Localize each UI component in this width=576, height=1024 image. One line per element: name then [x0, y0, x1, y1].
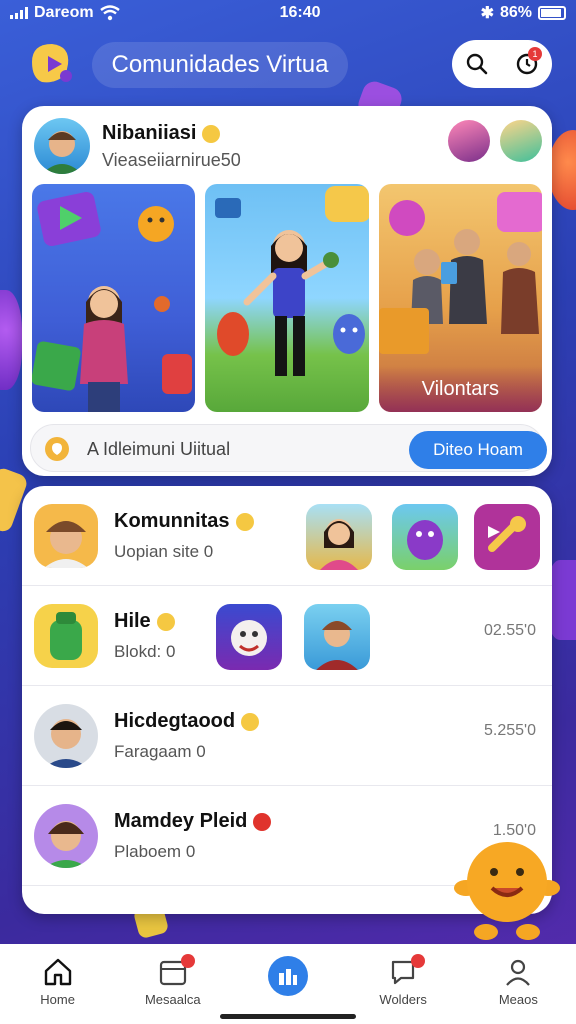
tile-volunteers[interactable]: Vilontars [378, 184, 542, 412]
bluetooth-icon: ✱ [480, 5, 494, 22]
bottom-nav: Home Mesaalca Wolders Meaos [0, 944, 576, 1024]
signal-icon [10, 7, 28, 19]
list-item-sub: Faragaam 0 [114, 742, 206, 761]
community-search[interactable]: A Idleimuni Uiitual Diteo Hoam [30, 424, 547, 472]
page-title: Comunidades Virtua [92, 42, 348, 88]
thumb-toy[interactable] [474, 504, 540, 570]
status-bar: Dareom 16:40 ✱ 86% [0, 0, 576, 26]
featured-tiles: Vilontars [32, 184, 542, 412]
notification-badge [180, 954, 195, 968]
nav-label: Wolders [379, 992, 427, 1007]
app-logo-icon[interactable] [26, 40, 74, 88]
featured-name: Nibaniiasi [102, 122, 197, 144]
avatar [34, 704, 98, 768]
nav-home[interactable]: Home [8, 956, 108, 1012]
list-item-name: Komunnitas [114, 510, 230, 532]
list-item[interactable]: Komunnitas Uopian site 0 [22, 486, 552, 586]
list-item[interactable]: Hile Blokd: 0 02.55'0 [22, 586, 552, 686]
list-item-name: Hile [114, 610, 151, 632]
tile-label: Vilontars [378, 366, 542, 412]
list-item-sub: Plaboem 0 [114, 842, 196, 861]
battery-icon [538, 6, 566, 20]
list-item-value: 02.55'0 [484, 622, 536, 639]
nav-label: Mesaalca [144, 992, 201, 1007]
nav-label: Meaos [498, 992, 538, 1007]
nav-profile[interactable]: Meaos [468, 956, 568, 1012]
emoji-icon [202, 124, 221, 143]
wifi-icon [99, 5, 120, 21]
search-icon [466, 53, 488, 75]
user-icon [506, 959, 531, 986]
girl-jumping-illustration [215, 186, 369, 376]
thumb-kid[interactable] [304, 604, 370, 670]
search-button[interactable] [460, 47, 494, 81]
girl-playing-illustration [32, 191, 192, 412]
battery-percent: 86% [499, 4, 532, 21]
carrier-label: Dareom [34, 4, 94, 21]
nav-label: Home [40, 992, 75, 1007]
avatar [34, 504, 98, 568]
avatar-boy-icon [42, 131, 82, 174]
grid-plus-icon [278, 969, 297, 985]
nav-messages[interactable]: Mesaalca [123, 954, 223, 1012]
home-indicator[interactable] [220, 1014, 356, 1019]
header-actions: 1 [452, 40, 552, 88]
home-icon [44, 958, 71, 986]
member-avatar[interactable] [500, 120, 542, 162]
location-icon [45, 437, 69, 461]
featured-subtitle: Vieaseiiarnirue50 [102, 150, 241, 170]
avatar [34, 804, 98, 868]
thumb-girl[interactable] [306, 504, 372, 570]
list-item-sub: Uopian site 0 [114, 542, 214, 561]
emoji-icon [156, 612, 175, 631]
list-item[interactable]: Hicdegtaood Faragaam 0 5.255'0 [22, 686, 552, 786]
emoji-icon [253, 812, 272, 831]
search-input[interactable]: A Idleimuni Uiitual [87, 439, 230, 460]
list-item-name: Mamdey Pleid [114, 810, 248, 832]
emoji-icon [241, 712, 260, 731]
list-item-sub: Blokd: 0 [114, 642, 176, 661]
featured-card[interactable]: Nibaniiasi Vieaseiiarnirue50 Vilontars A… [22, 106, 552, 476]
decor-balloon [0, 290, 22, 390]
decor-ball [548, 130, 576, 210]
emoji-icon [235, 512, 254, 531]
list-item-name: Hicdegtaood [114, 710, 236, 732]
tile-outdoor[interactable] [205, 184, 369, 412]
decor-balloon-right [548, 560, 576, 640]
nav-create[interactable] [238, 956, 338, 1012]
notification-badge: 1 [528, 47, 542, 61]
avatar [34, 604, 98, 668]
tile-game-world[interactable] [32, 184, 196, 412]
list-item-value: 5.255'0 [484, 722, 536, 739]
create-button[interactable] [267, 956, 308, 996]
notifications-button[interactable]: 1 [510, 47, 544, 81]
member-avatar[interactable] [448, 120, 490, 162]
join-button[interactable]: Diteo Hoam [409, 431, 547, 469]
avatar[interactable] [34, 118, 90, 174]
mascot-icon[interactable] [452, 832, 562, 944]
nav-wallet[interactable]: Wolders [353, 954, 453, 1012]
thumb-monster[interactable] [392, 504, 458, 570]
status-time: 16:40 [279, 4, 321, 21]
thumb-clown[interactable] [216, 604, 282, 670]
notification-badge [411, 954, 426, 968]
